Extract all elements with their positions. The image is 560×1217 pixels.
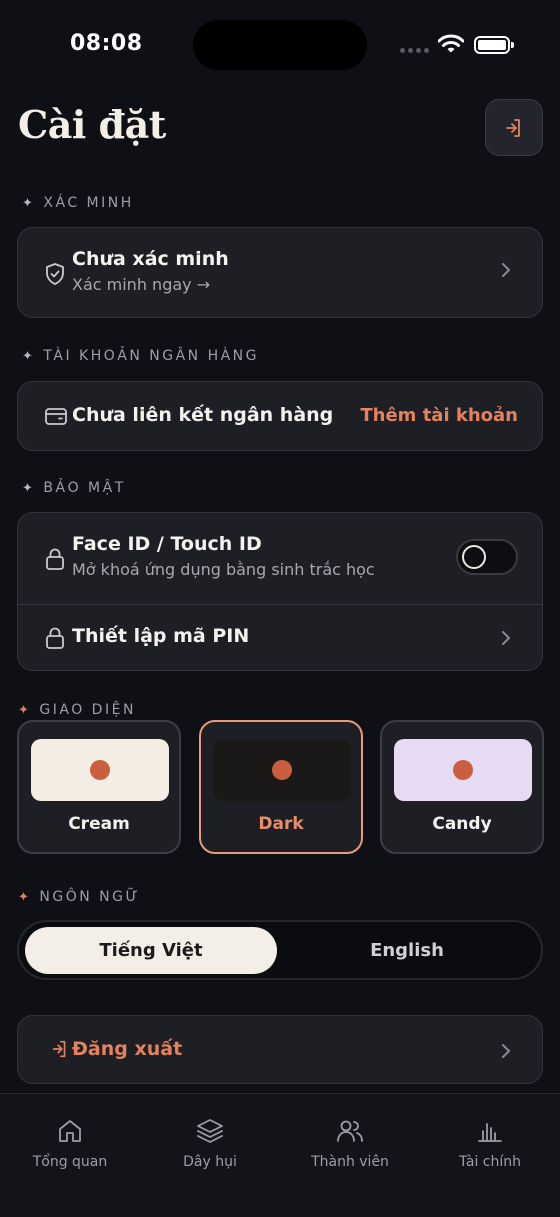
sparkle-icon: ✦ <box>18 889 32 905</box>
tab-bar: Tổng quan Dây hụi Thành viên Tài chính <box>0 1093 560 1217</box>
lock-icon <box>44 626 66 650</box>
section-label-verification: ✦ XÁC MINH <box>22 195 134 211</box>
bar-chart-icon <box>478 1123 502 1142</box>
section-label-bank: ✦ TÀI KHOẢN NGÂN HÀNG <box>22 348 260 364</box>
chevron-right-icon <box>500 628 512 652</box>
add-account-button[interactable]: Thêm tài khoản <box>360 405 518 426</box>
language-option-vietnamese[interactable]: Tiếng Việt <box>25 927 277 974</box>
language-selector: Tiếng Việt English <box>17 920 543 980</box>
sparkle-icon: ✦ <box>22 480 36 496</box>
tab-label: Thành viên <box>311 1154 389 1170</box>
logout-label: Đăng xuất <box>72 1038 183 1060</box>
pin-row[interactable]: Thiết lập mã PIN <box>18 605 542 672</box>
header-logout-button[interactable] <box>485 99 543 156</box>
theme-option-dark[interactable]: Dark <box>199 720 363 854</box>
section-label-language: ✦ NGÔN NGỮ <box>18 889 141 905</box>
verification-status: Chưa xác minh <box>72 248 229 270</box>
tab-members[interactable]: Thành viên <box>280 1118 420 1170</box>
theme-swatch <box>31 739 169 801</box>
theme-swatch <box>394 739 532 801</box>
bank-status: Chưa liên kết ngân hàng <box>72 404 334 426</box>
tab-label: Tài chính <box>458 1154 522 1170</box>
language-option-english[interactable]: English <box>281 927 533 974</box>
sparkle-icon: ✦ <box>18 702 32 718</box>
signal-icon <box>400 48 429 53</box>
chevron-right-icon <box>500 1041 512 1065</box>
tab-hui-lines[interactable]: Dây hụi <box>140 1118 280 1170</box>
theme-swatch <box>213 739 351 801</box>
theme-name: Candy <box>432 814 492 834</box>
bank-card: Chưa liên kết ngân hàng Thêm tài khoản <box>17 381 543 451</box>
section-label-theme: ✦ GIAO DIỆN <box>18 702 136 718</box>
battery-icon <box>474 36 514 54</box>
logout-button[interactable]: Đăng xuất <box>17 1015 543 1084</box>
chevron-right-icon <box>500 260 512 284</box>
face-id-subtitle: Mở khoá ứng dụng bằng sinh trắc học <box>72 560 375 579</box>
face-id-row[interactable]: Face ID / Touch ID Mở khoá ứng dụng bằng… <box>18 513 542 604</box>
tab-overview[interactable]: Tổng quan <box>0 1118 140 1170</box>
verify-now-link[interactable]: Xác minh ngay → <box>72 275 229 294</box>
layers-icon <box>197 1119 223 1143</box>
logout-icon <box>50 1038 70 1060</box>
dynamic-island <box>193 20 367 70</box>
verification-card[interactable]: Chưa xác minh Xác minh ngay → <box>17 227 543 318</box>
security-card: Face ID / Touch ID Mở khoá ứng dụng bằng… <box>17 512 543 671</box>
page-title: Cài đặt <box>18 102 166 147</box>
wallet-icon <box>44 405 68 427</box>
theme-option-candy[interactable]: Candy <box>380 720 544 854</box>
home-icon <box>59 1120 81 1142</box>
theme-name: Cream <box>68 814 130 834</box>
status-bar: 08:08 <box>0 0 560 90</box>
lock-icon <box>44 547 66 571</box>
theme-name: Dark <box>258 814 304 834</box>
tab-label: Tổng quan <box>32 1154 108 1170</box>
sparkle-icon: ✦ <box>22 348 36 364</box>
tab-label: Dây hụi <box>183 1154 237 1170</box>
face-id-title: Face ID / Touch ID <box>72 533 262 555</box>
status-time: 08:08 <box>70 31 143 56</box>
theme-option-cream[interactable]: Cream <box>17 720 181 854</box>
tab-finance[interactable]: Tài chính <box>420 1118 560 1170</box>
section-label-security: ✦ BẢO MẬT <box>22 480 126 496</box>
wifi-icon <box>438 34 464 53</box>
logout-icon <box>506 118 520 137</box>
sparkle-icon: ✦ <box>22 195 36 211</box>
pin-title: Thiết lập mã PIN <box>72 625 250 647</box>
face-id-toggle[interactable] <box>456 539 518 575</box>
users-icon <box>337 1120 363 1142</box>
shield-check-icon <box>44 262 66 286</box>
